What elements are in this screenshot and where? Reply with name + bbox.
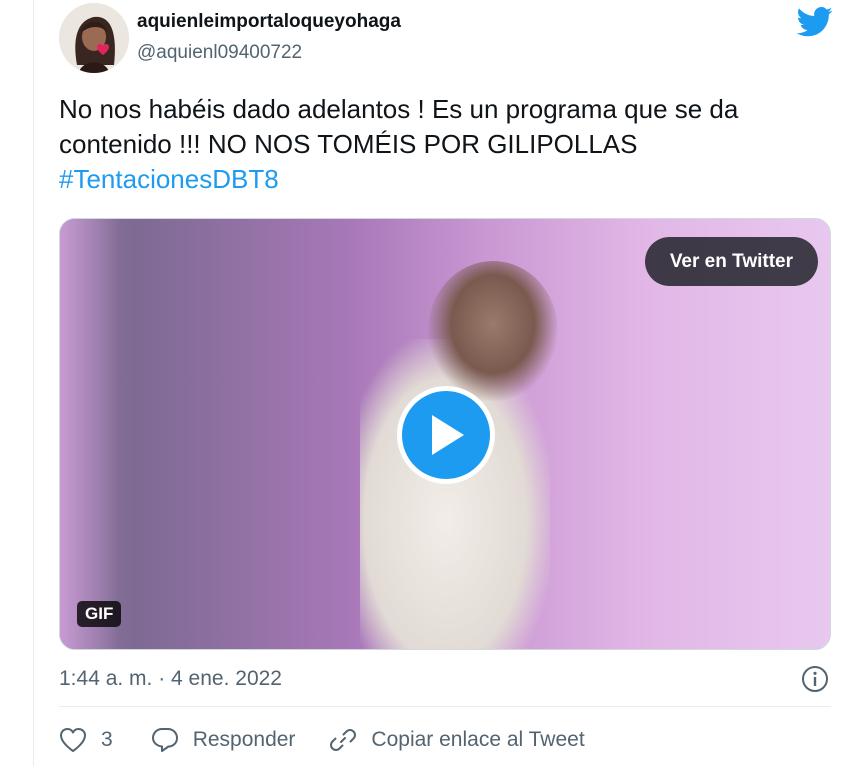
twitter-bird-icon[interactable] (796, 7, 833, 37)
hashtag-link[interactable]: #TentacionesDBT8 (59, 164, 279, 194)
play-icon (432, 415, 464, 455)
author-display-name[interactable]: aquienleimportaloqueyohaga (137, 11, 401, 33)
view-on-twitter-button[interactable]: Ver en Twitter (644, 237, 818, 286)
gif-badge: GIF (77, 601, 122, 627)
copy-link-label: Copiar enlace al Tweet (371, 728, 585, 751)
avatar[interactable] (59, 3, 129, 73)
tweet-card: aquienleimportaloqueyohaga @aquienl09400… (34, 0, 850, 766)
tweet-timestamp[interactable]: 1:44 a. m. · 4 ene. 2022 (59, 667, 282, 691)
play-button[interactable] (397, 386, 495, 484)
memoji-avatar-icon (59, 3, 129, 73)
reply-button[interactable]: Responder (151, 727, 296, 753)
copy-link-button[interactable]: Copiar enlace al Tweet (329, 726, 585, 754)
tweet-body: No nos habéis dado adelantos ! Es un pro… (59, 94, 739, 159)
media-left-fringe (60, 219, 120, 649)
like-count: 3 (101, 728, 113, 751)
action-bar: 3 Responder Copiar enlace al Tweet (59, 723, 585, 757)
tweet-text: No nos habéis dado adelantos ! Es un pro… (59, 92, 839, 197)
author-handle[interactable]: @aquienl09400722 (137, 42, 302, 64)
reply-bubble-icon (151, 728, 178, 752)
gif-media[interactable]: Ver en Twitter GIF (59, 218, 831, 650)
reply-label: Responder (192, 728, 296, 751)
link-icon (330, 729, 357, 751)
info-icon[interactable] (801, 665, 829, 693)
heart-icon (60, 728, 86, 752)
like-button[interactable]: 3 (59, 727, 113, 753)
media-figure-head (428, 261, 558, 401)
action-divider (59, 706, 831, 707)
